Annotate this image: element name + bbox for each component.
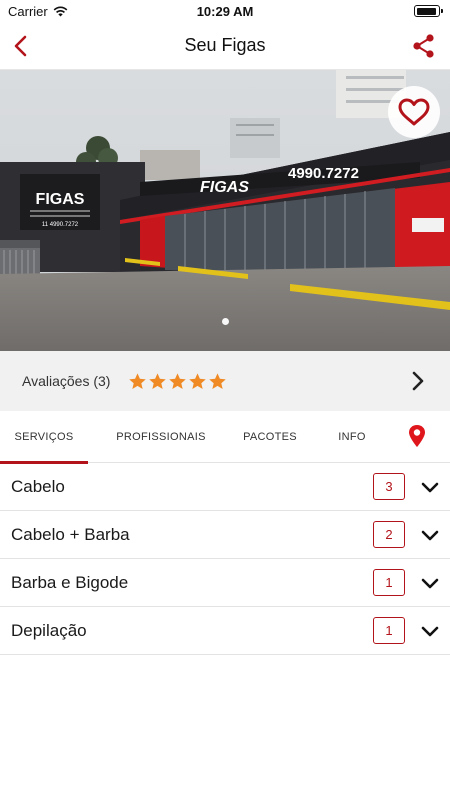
service-name: Barba e Bigode — [11, 573, 129, 592]
service-name: Cabelo — [11, 477, 65, 496]
tab-pacotes[interactable]: PACOTES — [232, 411, 308, 463]
services-list: Cabelo 3 Cabelo + Barba 2 Barba e Bigode… — [0, 463, 450, 655]
star-rating — [128, 372, 227, 391]
service-row-barba-bigode[interactable]: Barba e Bigode 1 — [0, 559, 450, 607]
service-row-depilacao[interactable]: Depilação 1 — [0, 607, 450, 655]
section-tabs: SERVIÇOS PROFISSIONAIS PACOTES INFO — [0, 411, 450, 464]
hero-carousel[interactable]: FIGAS 11 4990.7272 FIGAS 4990.7272 — [0, 70, 450, 351]
star-icon — [189, 372, 207, 389]
service-row-cabelo[interactable]: Cabelo 3 — [0, 463, 450, 511]
battery-icon — [414, 5, 443, 17]
service-name: Depilação — [11, 621, 87, 640]
pager-dot[interactable] — [221, 318, 229, 325]
tab-servicos[interactable]: SERVIÇOS — [0, 411, 88, 464]
service-count-badge: 1 — [373, 617, 405, 644]
share-icon[interactable] — [410, 32, 438, 60]
service-row-cabelo-barba[interactable]: Cabelo + Barba 2 — [0, 511, 450, 559]
star-icon — [169, 372, 187, 389]
nav-bar: Seu Figas — [0, 22, 450, 70]
service-count-badge: 2 — [373, 521, 405, 548]
storefront-photo: FIGAS 11 4990.7272 FIGAS 4990.7272 — [0, 70, 450, 351]
billboard-phone: 11 4990.7272 — [42, 222, 79, 228]
map-pin-icon[interactable] — [404, 423, 430, 449]
battery-fill — [416, 7, 436, 15]
status-bar: Carrier 10:29 AM — [0, 0, 450, 22]
ratings-row[interactable]: Avaliações (3) — [0, 351, 450, 411]
star-icon — [129, 372, 147, 389]
star-icon — [209, 372, 227, 389]
billboard-name: FIGAS — [36, 191, 85, 208]
chevron-down-icon[interactable] — [419, 572, 441, 594]
service-count-badge: 3 — [373, 473, 405, 500]
chevron-right-icon — [412, 371, 424, 391]
chevron-down-icon[interactable] — [419, 620, 441, 642]
ratings-label: Avaliações (3) — [22, 373, 111, 389]
heart-icon — [398, 98, 430, 126]
carousel-pager[interactable] — [0, 318, 450, 325]
service-name: Cabelo + Barba — [11, 525, 130, 544]
page-title: Seu Figas — [184, 35, 266, 55]
tab-profissionais[interactable]: PROFISSIONAIS — [104, 411, 218, 463]
star-icon — [149, 372, 167, 389]
storefront-sign-name: FIGAS — [200, 179, 249, 196]
favorite-button[interactable] — [388, 86, 440, 138]
chevron-down-icon[interactable] — [419, 476, 441, 498]
service-count-badge: 1 — [373, 569, 405, 596]
tab-info[interactable]: INFO — [324, 411, 380, 463]
chevron-down-icon[interactable] — [419, 524, 441, 546]
storefront-sign-phone: 4990.7272 — [288, 165, 359, 182]
status-time: 10:29 AM — [196, 4, 254, 19]
